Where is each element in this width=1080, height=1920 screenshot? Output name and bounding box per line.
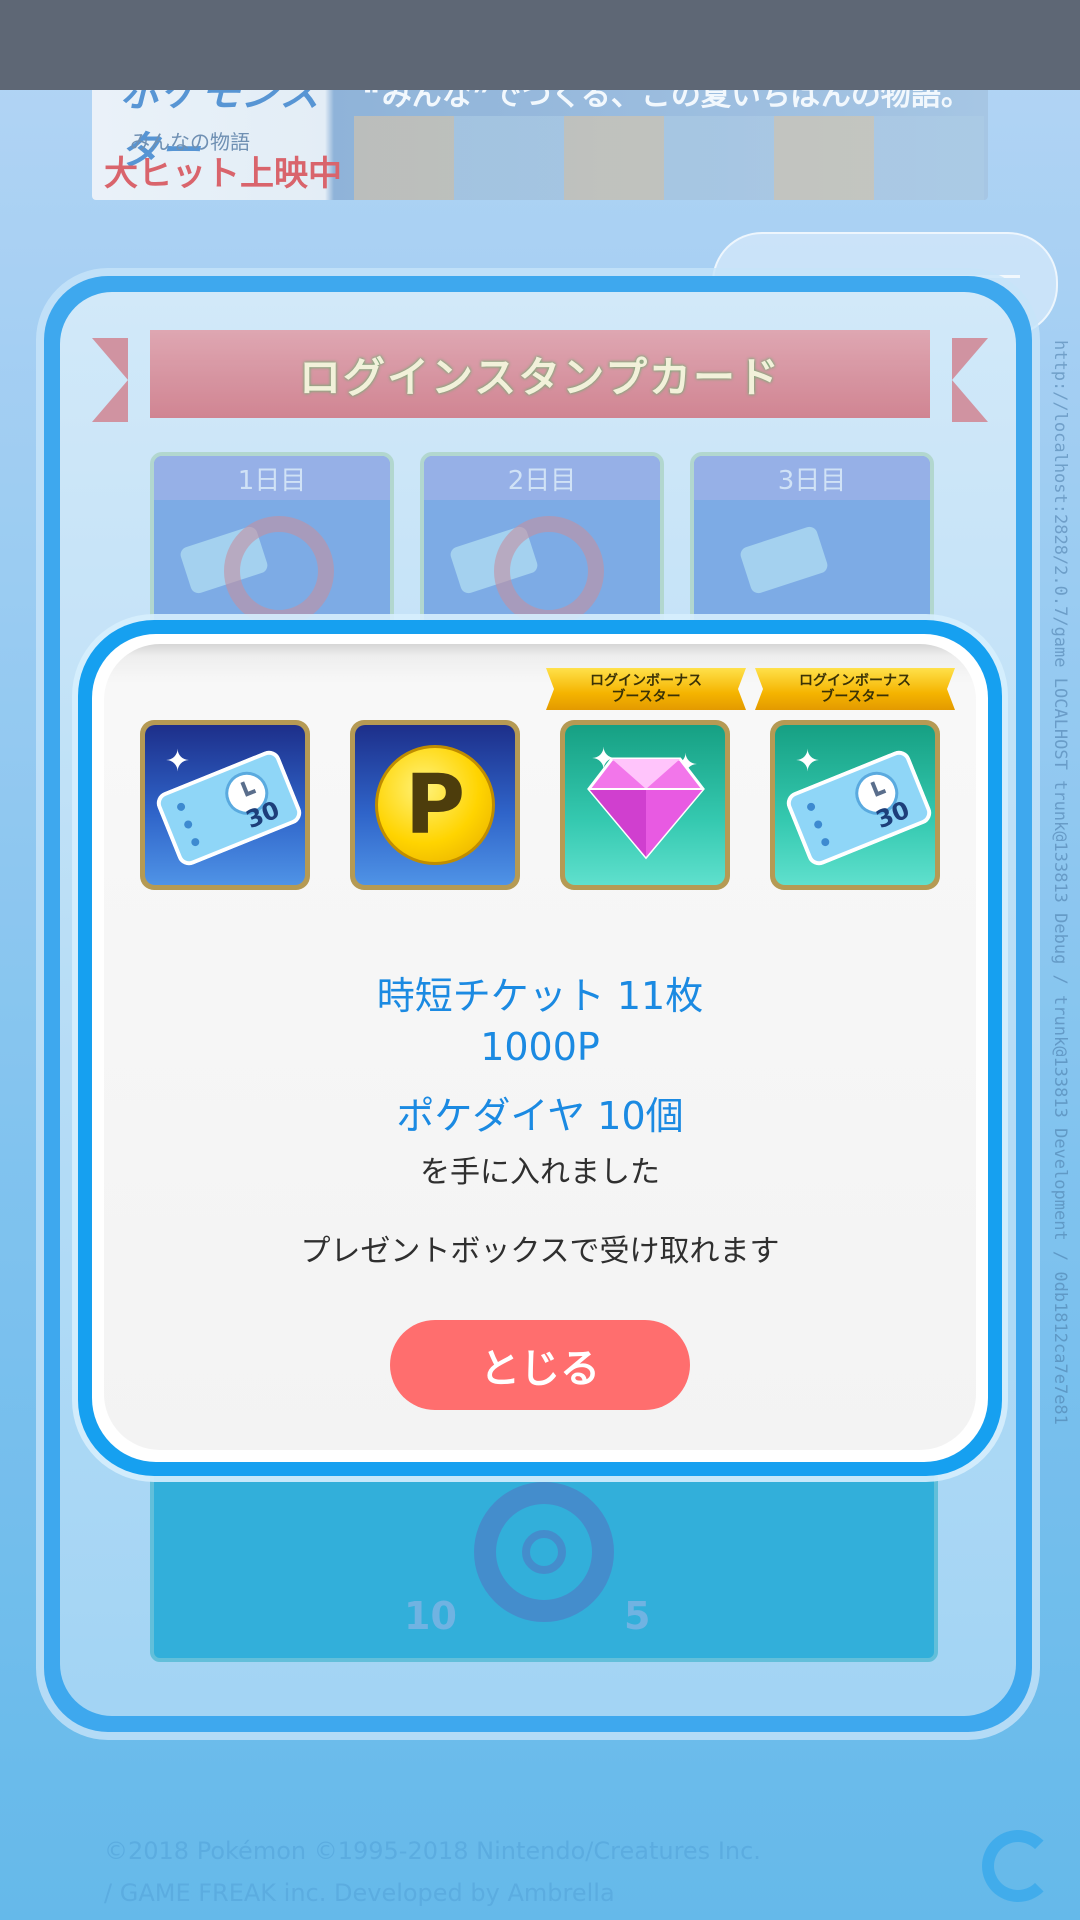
badge-line-2: ブースター: [820, 689, 890, 705]
reward-line-points: 1000P: [480, 1025, 600, 1069]
present-box-message: プレゼントボックスで受け取れます: [300, 1234, 780, 1269]
close-button[interactable]: とじる: [390, 1320, 690, 1410]
badge-line-1: ログインボーナス: [799, 673, 911, 689]
reward-line-time-ticket: 時短チケット 11枚: [376, 974, 704, 1018]
badge-line-2: ブースター: [611, 689, 681, 705]
badge-line-1: ログインボーナス: [590, 673, 702, 689]
reward-item-time-ticket: ✦ 30: [140, 720, 310, 890]
reward-line-poke-diamond: ポケダイヤ 10個: [396, 1094, 684, 1138]
diamond-gem-icon: [587, 757, 705, 860]
top-status-bar: [0, 0, 1080, 90]
reward-item-poke-diamond: ✦ ✦: [560, 720, 730, 890]
reward-item-time-ticket-boosted: ✦ 30: [770, 720, 940, 890]
obtained-message: を手に入れました: [420, 1155, 660, 1190]
login-bonus-booster-badge: ログインボーナス ブースター: [755, 668, 955, 710]
reward-item-points: P: [350, 720, 520, 890]
login-bonus-booster-badge: ログインボーナス ブースター: [546, 668, 746, 710]
sparkle-icon: ✦: [165, 744, 191, 779]
coin-p-icon: P: [375, 745, 495, 865]
sparkle-icon: ✦: [795, 744, 821, 779]
